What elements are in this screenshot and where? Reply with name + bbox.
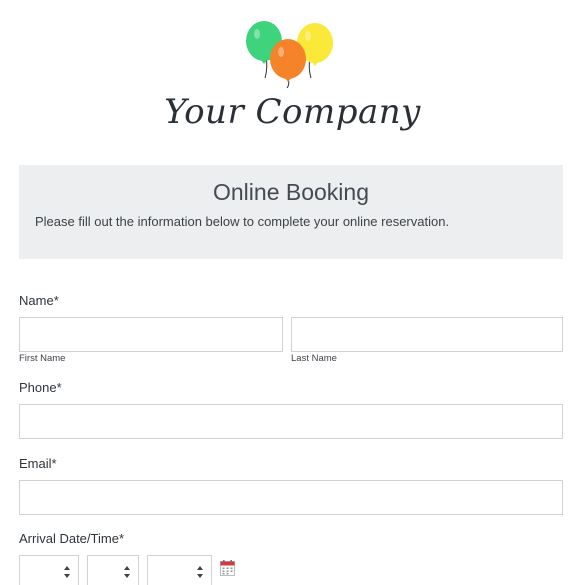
arrival-month-select[interactable] [19, 555, 79, 585]
name-label: Name* [19, 293, 59, 308]
select-arrows-icon [64, 566, 70, 578]
email-label-text: Email [19, 456, 52, 471]
required-mark: * [118, 531, 124, 546]
form-description: Please fill out the information below to… [35, 214, 450, 229]
required-mark: * [56, 380, 62, 395]
required-mark: * [53, 293, 59, 308]
email-input[interactable] [19, 480, 563, 515]
phone-label-text: Phone [19, 380, 57, 395]
name-label-text: Name [19, 293, 54, 308]
arrival-year-select[interactable] [147, 555, 212, 585]
select-arrows-icon [124, 566, 130, 578]
first-name-sublabel: First Name [19, 353, 66, 364]
first-name-input[interactable] [19, 317, 283, 352]
email-label: Email* [19, 456, 57, 471]
company-name: Your Company [164, 92, 421, 132]
phone-label: Phone* [19, 380, 62, 395]
arrival-day-select[interactable] [87, 555, 139, 585]
balloons-icon [246, 21, 333, 88]
form-header: Online Booking Please fill out the infor… [19, 165, 563, 259]
company-logo: Your Company [0, 0, 585, 160]
calendar-icon[interactable] [220, 560, 235, 576]
phone-input[interactable] [19, 404, 563, 439]
select-arrows-icon [197, 566, 203, 578]
arrival-label: Arrival Date/Time* [19, 531, 124, 546]
last-name-sublabel: Last Name [291, 353, 337, 364]
last-name-input[interactable] [291, 317, 563, 352]
arrival-label-text: Arrival Date/Time [19, 531, 119, 546]
form-title: Online Booking [213, 179, 369, 205]
required-mark: * [51, 456, 57, 471]
